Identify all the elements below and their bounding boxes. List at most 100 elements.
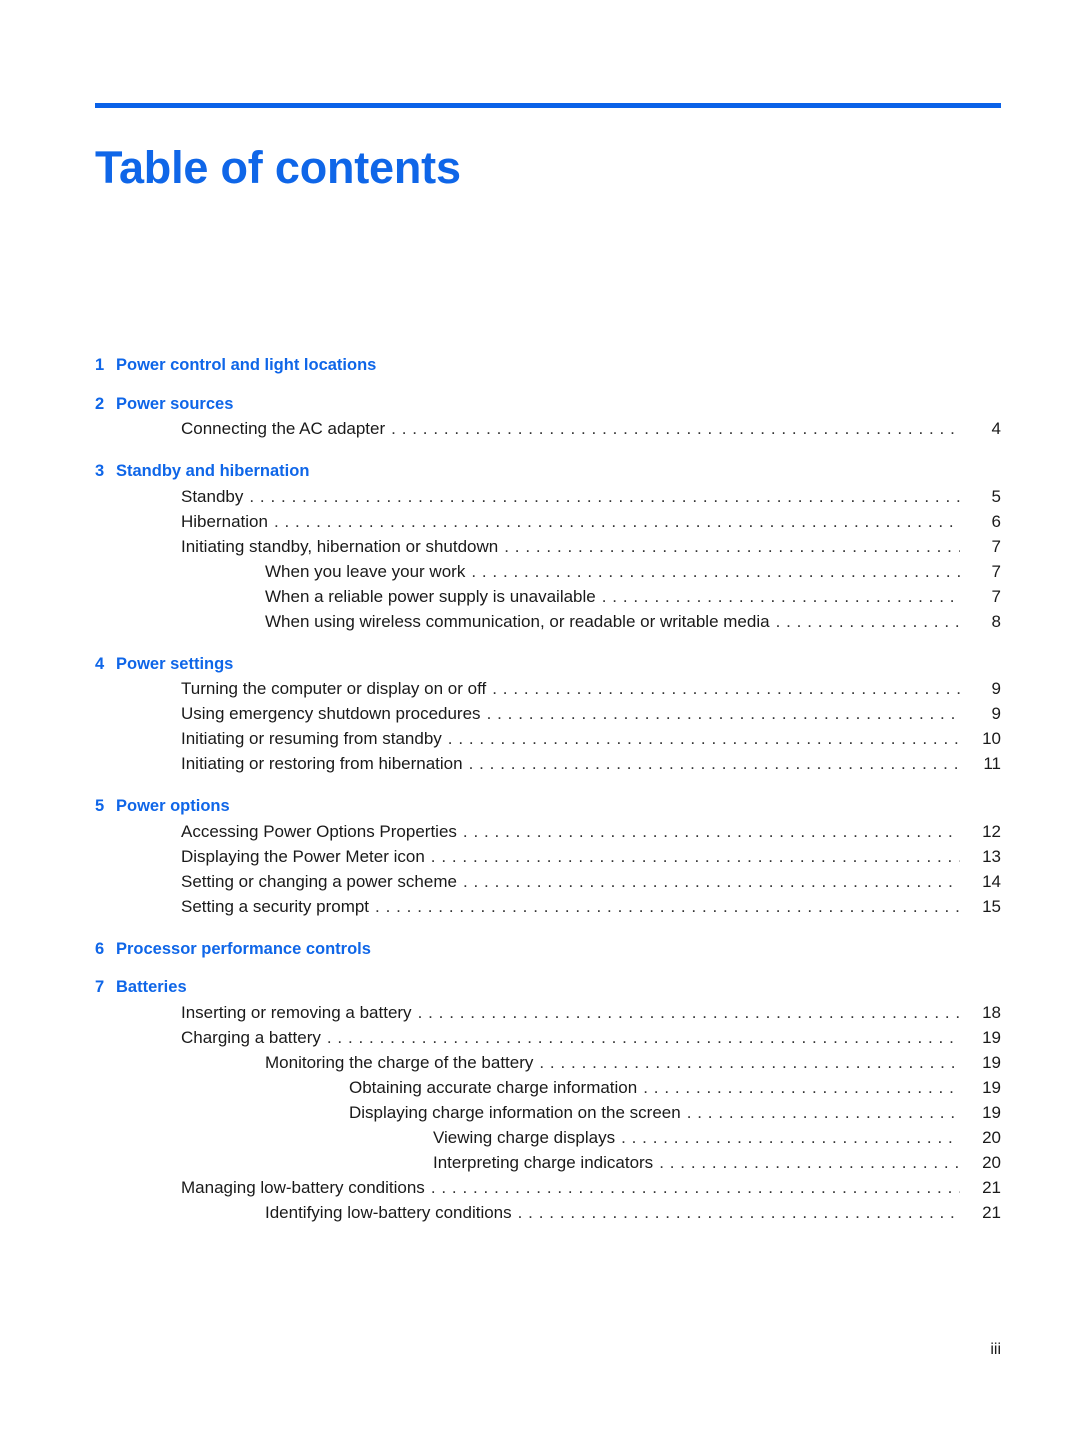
chapter-heading[interactable]: 7 Batteries — [95, 979, 1001, 996]
toc-entry[interactable]: Accessing Power Options Properties 12 — [95, 819, 1001, 844]
toc-entry-label: Displaying charge information on the scr… — [349, 1102, 681, 1122]
dot-leader — [391, 424, 960, 441]
toc-entry[interactable]: When using wireless communication, or re… — [95, 609, 1001, 634]
toc-entry-page-number: 7 — [991, 586, 1001, 606]
toc-entry[interactable]: Initiating or resuming from standby 10 — [95, 726, 1001, 751]
dot-leader — [418, 1008, 960, 1025]
chapter-entry-list: Accessing Power Options Properties 12 Disp… — [95, 819, 1001, 919]
toc-entry-label: Turning the computer or display on or of… — [181, 679, 487, 698]
chapter-title: Power sources — [116, 394, 234, 413]
toc-entry-page-number: 6 — [991, 511, 1001, 531]
toc-entry-page-number: 11 — [983, 754, 1001, 773]
toc-entry-page-number: 19 — [982, 1027, 1001, 1047]
toc-entry[interactable]: When a reliable power supply is unavaila… — [95, 584, 1001, 609]
chapter-title: Power control and light locations — [116, 356, 377, 374]
toc-entry[interactable]: Inserting or removing a battery 18 — [95, 1000, 1001, 1025]
toc-entry-page-number: 5 — [991, 486, 1001, 506]
toc-entry-page-number: 19 — [982, 1102, 1001, 1122]
chapter-heading[interactable]: 3 Standby and hibernation — [95, 463, 1001, 480]
toc-entry-page-number: 21 — [982, 1202, 1001, 1222]
toc-chapter: 1 Power control and light locations — [95, 357, 1001, 374]
toc-entry-label: Inserting or removing a battery — [181, 1002, 412, 1022]
toc-entry-label: Hibernation — [181, 511, 268, 531]
dot-leader — [463, 827, 960, 844]
toc-entry[interactable]: When you leave your work 7 — [95, 559, 1001, 584]
chapter-title: Processor performance controls — [116, 939, 371, 958]
chapter-number: 3 — [95, 462, 105, 480]
toc-entry[interactable]: Obtaining accurate charge information 19 — [95, 1075, 1001, 1100]
toc-entry-page-number: 14 — [982, 871, 1001, 891]
chapter-heading[interactable]: 2 Power sources — [95, 394, 1001, 413]
toc-entry-page-number: 4 — [991, 419, 1001, 438]
toc-entry-label: Identifying low-battery conditions — [265, 1202, 512, 1222]
toc-entry[interactable]: Viewing charge displays 20 — [95, 1125, 1001, 1150]
toc-chapter: 4 Power settings Turning the computer or d… — [95, 654, 1001, 776]
toc-chapter: 7 Batteries Inserting or removing a batter… — [95, 979, 1001, 1225]
dot-leader — [431, 1183, 960, 1200]
toc-entry[interactable]: Connecting the AC adapter 4 — [95, 416, 1001, 441]
toc-entry-label: Using emergency shutdown procedures — [181, 704, 481, 723]
dot-leader — [463, 877, 960, 894]
page-title: Table of contents — [95, 142, 461, 194]
toc-entry[interactable]: Identifying low-battery conditions 21 — [95, 1200, 1001, 1225]
dot-leader — [431, 852, 960, 869]
toc-entry-page-number: 19 — [982, 1077, 1001, 1097]
toc-entry[interactable]: Managing low-battery conditions 21 — [95, 1175, 1001, 1200]
dot-leader — [687, 1108, 960, 1125]
dot-leader — [776, 617, 960, 634]
toc-chapter: 2 Power sources Connecting the AC adapter 4 — [95, 394, 1001, 441]
chapter-title: Power options — [116, 797, 230, 815]
dot-leader — [327, 1033, 960, 1050]
toc-entry[interactable]: Displaying charge information on the scr… — [95, 1100, 1001, 1125]
chapter-entry-list: Standby 5 Hibernation 6 Initiating standby, … — [95, 484, 1001, 634]
toc-entry[interactable]: Initiating or restoring from hibernation… — [95, 751, 1001, 776]
toc-entry-label: Obtaining accurate charge information — [349, 1077, 638, 1097]
toc-entry[interactable]: Turning the computer or display on or of… — [95, 676, 1001, 701]
chapter-number: 1 — [95, 356, 105, 374]
toc-entry-page-number: 20 — [982, 1152, 1001, 1172]
dot-leader — [375, 902, 960, 919]
toc-chapter: 6 Processor performance controls — [95, 939, 1001, 958]
toc-chapter: 3 Standby and hibernation Standby 5 Hibernat… — [95, 463, 1001, 634]
toc-entry-label: When a reliable power supply is unavaila… — [265, 586, 596, 606]
toc-entry-label: When using wireless communication, or re… — [265, 611, 770, 631]
toc-entry-label: Setting a security prompt — [181, 896, 370, 916]
chapter-title: Batteries — [116, 978, 187, 996]
chapter-title: Standby and hibernation — [116, 462, 310, 480]
chapter-heading[interactable]: 1 Power control and light locations — [95, 357, 1001, 374]
dot-leader — [621, 1133, 960, 1150]
toc-entry[interactable]: Displaying the Power Meter icon 13 — [95, 844, 1001, 869]
toc-entry[interactable]: Charging a battery 19 — [95, 1025, 1001, 1050]
toc-entry-label: Displaying the Power Meter icon — [181, 846, 425, 866]
dot-leader — [602, 592, 960, 609]
toc-entry-page-number: 12 — [982, 821, 1001, 841]
toc-entry-label: Initiating standby, hibernation or shutd… — [181, 536, 499, 556]
toc-entry-page-number: 7 — [991, 536, 1001, 556]
toc-entry-label: When you leave your work — [265, 561, 466, 581]
chapter-title: Power settings — [116, 654, 234, 673]
chapter-heading[interactable]: 6 Processor performance controls — [95, 939, 1001, 958]
toc-entry[interactable]: Hibernation 6 — [95, 509, 1001, 534]
toc-entry[interactable]: Monitoring the charge of the battery 19 — [95, 1050, 1001, 1075]
chapter-entry-list: Inserting or removing a battery 18 Chargin… — [95, 1000, 1001, 1225]
toc-entry-page-number: 18 — [982, 1002, 1001, 1022]
title-rule — [95, 103, 1001, 108]
toc-entry[interactable]: Interpreting charge indicators 20 — [95, 1150, 1001, 1175]
toc-entry[interactable]: Setting or changing a power scheme 14 — [95, 869, 1001, 894]
toc-entry[interactable]: Using emergency shutdown procedures 9 — [95, 701, 1001, 726]
toc-entry-label: Managing low-battery conditions — [181, 1177, 425, 1197]
toc-entry[interactable]: Setting a security prompt 15 — [95, 894, 1001, 919]
chapter-heading[interactable]: 4 Power settings — [95, 654, 1001, 673]
chapter-number: 2 — [95, 394, 105, 413]
dot-leader — [518, 1208, 960, 1225]
toc-entry-page-number: 21 — [982, 1177, 1001, 1197]
toc-entry[interactable]: Standby 5 — [95, 484, 1001, 509]
toc-entry-label: Interpreting charge indicators — [433, 1152, 654, 1172]
chapter-heading[interactable]: 5 Power options — [95, 798, 1001, 815]
chapter-number: 7 — [95, 978, 105, 996]
toc-entry-page-number: 8 — [991, 611, 1001, 631]
toc-entry[interactable]: Initiating standby, hibernation or shutd… — [95, 534, 1001, 559]
toc-entry-label: Initiating or resuming from standby — [181, 729, 442, 748]
toc-entry-label: Setting or changing a power scheme — [181, 871, 457, 891]
toc-entry-label: Initiating or restoring from hibernation — [181, 754, 463, 773]
